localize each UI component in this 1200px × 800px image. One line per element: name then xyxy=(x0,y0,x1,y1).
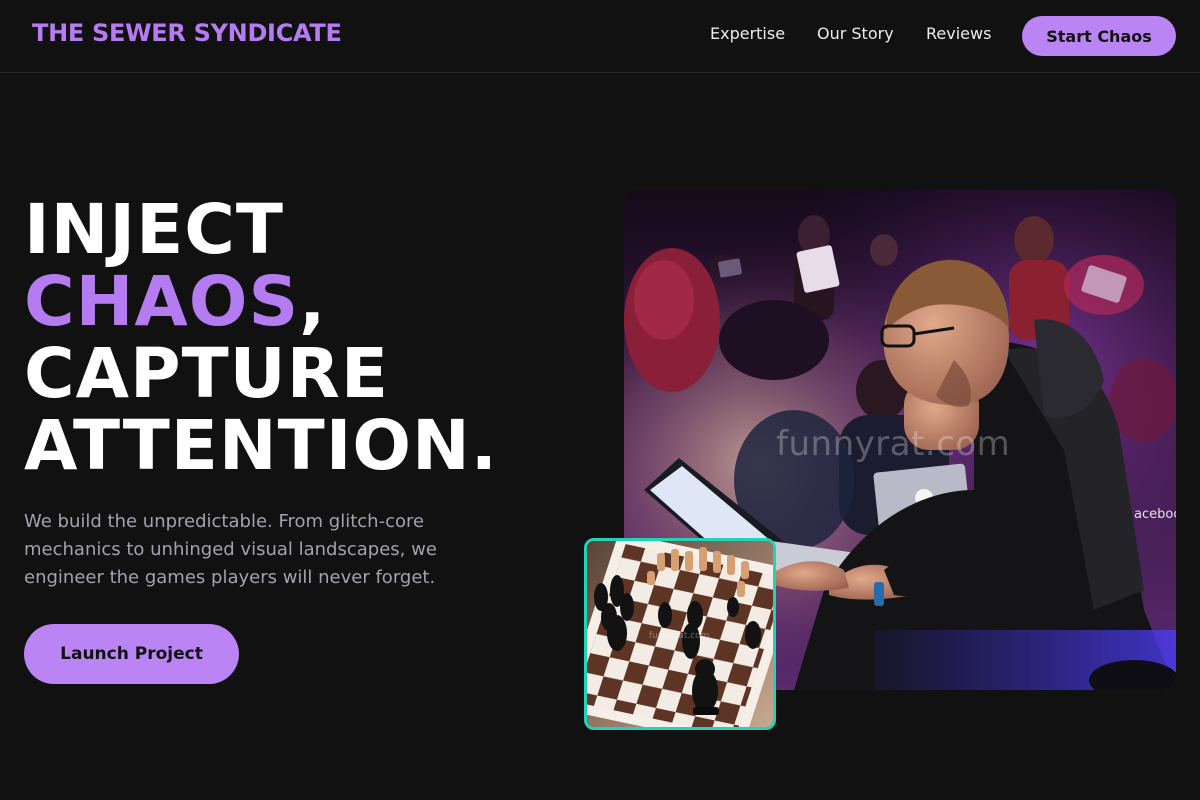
hero-title-line-3: CAPTURE xyxy=(24,334,389,414)
hero-title-line-4: ATTENTION. xyxy=(24,406,498,486)
hero-title-line-2: CHAOS, xyxy=(24,266,498,338)
inset-photo-watermark: funnyrat.com xyxy=(649,631,710,641)
hero-title: INJECT CHAOS, CAPTURE ATTENTION. xyxy=(24,194,498,482)
nav-link-reviews[interactable]: Reviews xyxy=(926,24,991,43)
launch-project-button[interactable]: Launch Project xyxy=(24,624,239,684)
nav-link-our-story[interactable]: Our Story xyxy=(817,24,894,43)
hero-subtitle: We build the unpredictable. From glitch-… xyxy=(24,511,437,588)
laptop-sticker-text: aceboo xyxy=(1134,507,1176,522)
hero-title-comma: , xyxy=(299,262,327,342)
start-chaos-button[interactable]: Start Chaos xyxy=(1022,16,1176,56)
nav-link-expertise[interactable]: Expertise xyxy=(710,24,785,43)
main-photo-watermark: funnyrat.com xyxy=(776,424,1011,464)
hero-title-line-1: INJECT xyxy=(24,190,284,270)
top-navbar: THE SEWER SYNDICATE Expertise Our Story … xyxy=(0,0,1200,73)
brand-logo[interactable]: THE SEWER SYNDICATE xyxy=(32,19,342,47)
inset-photo-chess: funnyrat.com xyxy=(584,538,776,730)
hero-title-accent: CHAOS xyxy=(24,262,300,342)
